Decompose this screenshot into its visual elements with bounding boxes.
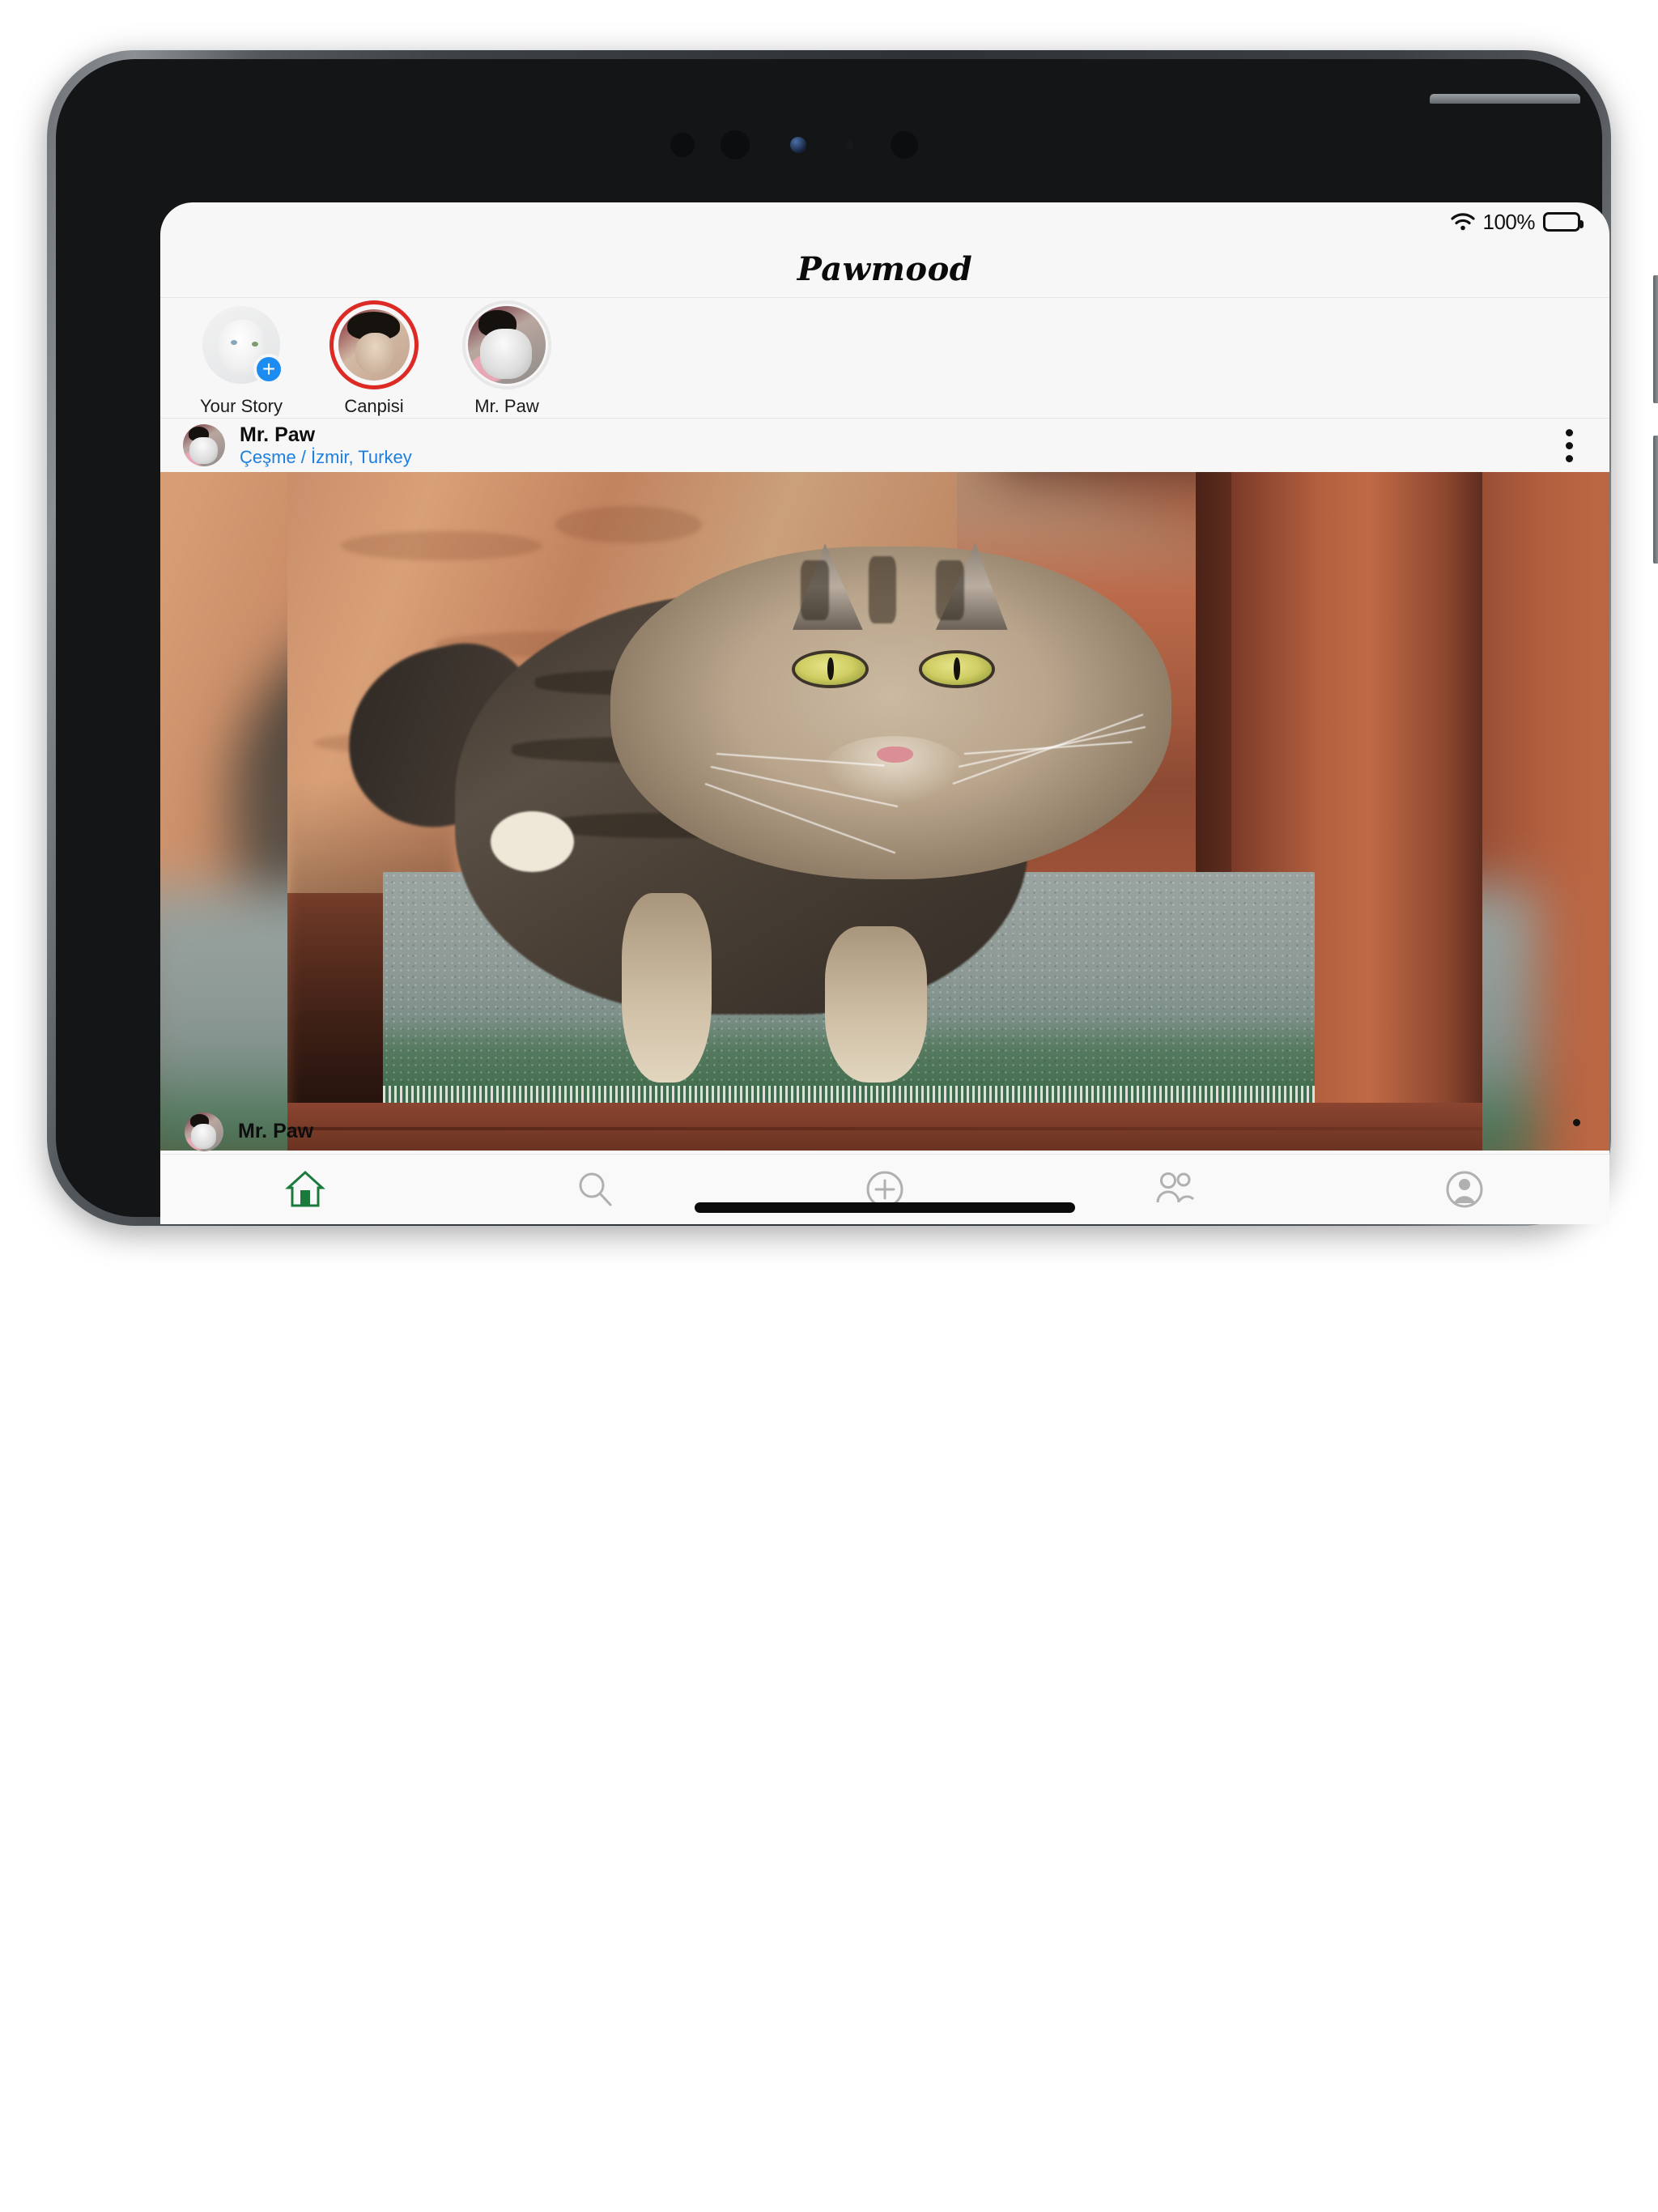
pupil <box>827 657 835 681</box>
post-author-avatar[interactable] <box>183 424 225 466</box>
wood-grain <box>341 530 542 561</box>
cat-front-leg-left <box>622 892 712 1083</box>
tab-home[interactable] <box>160 1155 450 1224</box>
front-camera-sensors <box>651 125 1104 162</box>
tab-search[interactable] <box>450 1155 740 1224</box>
volume-up-button[interactable] <box>1653 275 1658 403</box>
wood-grain <box>555 505 703 544</box>
bottom-tab-bar <box>160 1155 1609 1224</box>
power-button[interactable] <box>1430 94 1580 104</box>
add-story-badge[interactable]: + <box>253 353 284 385</box>
whisker <box>963 741 1133 755</box>
app-header: Pawmood <box>160 241 1609 298</box>
tab-friends[interactable] <box>1030 1155 1320 1224</box>
next-post-header: Mr. Paw <box>160 1109 1609 1155</box>
avatar-detail <box>185 451 203 466</box>
page-title: Pawmood <box>797 250 973 288</box>
sensor-dot-small <box>845 141 853 149</box>
volume-down-button[interactable] <box>1653 436 1658 564</box>
face-id-sensor <box>891 131 918 159</box>
next-post-avatar[interactable] <box>185 1112 223 1151</box>
post-author-block: Mr. Paw Çeşme / İzmir, Turkey <box>240 423 1537 467</box>
post-author-name[interactable]: Mr. Paw <box>240 423 1537 446</box>
whisker <box>952 713 1143 785</box>
avatar-image-mrpaw <box>183 424 225 466</box>
avatar <box>338 308 410 381</box>
battery-icon <box>1543 212 1584 232</box>
avatar-detail <box>185 1137 204 1151</box>
home-indicator[interactable] <box>695 1202 1075 1213</box>
story-label: Your Story <box>200 395 283 416</box>
app-screen: 100% Pawmood + Your Story Canpisi Mr. Pa… <box>160 202 1609 1224</box>
avatar-image-mrpaw <box>185 1112 223 1151</box>
story-item-canpisi[interactable]: Canpisi <box>322 300 426 417</box>
dot <box>1565 441 1573 449</box>
screenshot-root: 100% Pawmood + Your Story Canpisi Mr. Pa… <box>0 0 1658 2212</box>
cat-scene <box>287 472 1482 1151</box>
tab-profile[interactable] <box>1320 1155 1609 1224</box>
forehead-stripe <box>801 559 830 620</box>
front-camera-lens <box>721 130 750 160</box>
battery-cap <box>1580 220 1584 228</box>
tab-create[interactable] <box>740 1155 1030 1224</box>
forehead-stripe <box>935 559 964 620</box>
sensor-dot <box>670 133 695 157</box>
story-label: Mr. Paw <box>474 395 539 416</box>
next-post-author[interactable]: Mr. Paw <box>238 1120 313 1143</box>
story-ring: + <box>197 300 286 389</box>
story-label: Canpisi <box>344 395 404 416</box>
post-image[interactable] <box>160 472 1609 1151</box>
avatar-image-canpisi <box>338 308 410 381</box>
story-ring-seen <box>462 300 551 389</box>
post-image-photo <box>287 472 1482 1151</box>
avatar-detail <box>470 355 506 382</box>
cat-eye-left <box>795 653 866 685</box>
ambient-light-sensor <box>790 137 806 153</box>
cat-paw-white <box>490 811 575 873</box>
dot <box>1565 428 1573 436</box>
more-vertical-icon[interactable] <box>1551 428 1587 462</box>
pupil <box>954 657 961 681</box>
post-body: Good to Share <box>160 1112 1609 1224</box>
post-header: Mr. Paw Çeşme / İzmir, Turkey <box>160 419 1609 472</box>
dot <box>1565 454 1573 462</box>
more-vertical-icon[interactable] <box>1573 1119 1580 1126</box>
stories-row: + Your Story Canpisi Mr. Paw <box>160 299 1609 419</box>
story-item-your-story[interactable]: + Your Story <box>189 300 293 417</box>
avatar-image-mrpaw <box>468 305 546 384</box>
cat-nose <box>877 746 914 764</box>
forehead-stripe <box>868 556 897 623</box>
avatar <box>468 305 546 384</box>
wifi-icon <box>1450 213 1475 231</box>
tablet-device: 100% Pawmood + Your Story Canpisi Mr. Pa… <box>47 50 1658 1226</box>
story-ring-unseen <box>329 300 419 389</box>
post-location[interactable]: Çeşme / İzmir, Turkey <box>240 447 1537 467</box>
status-bar: 100% <box>160 202 1609 241</box>
story-item-mr-paw[interactable]: Mr. Paw <box>455 300 559 417</box>
battery-percent-label: 100% <box>1482 209 1536 234</box>
cat-eye-right <box>921 653 993 685</box>
cat-front-leg-right <box>825 926 927 1083</box>
cat-head <box>610 543 1172 879</box>
